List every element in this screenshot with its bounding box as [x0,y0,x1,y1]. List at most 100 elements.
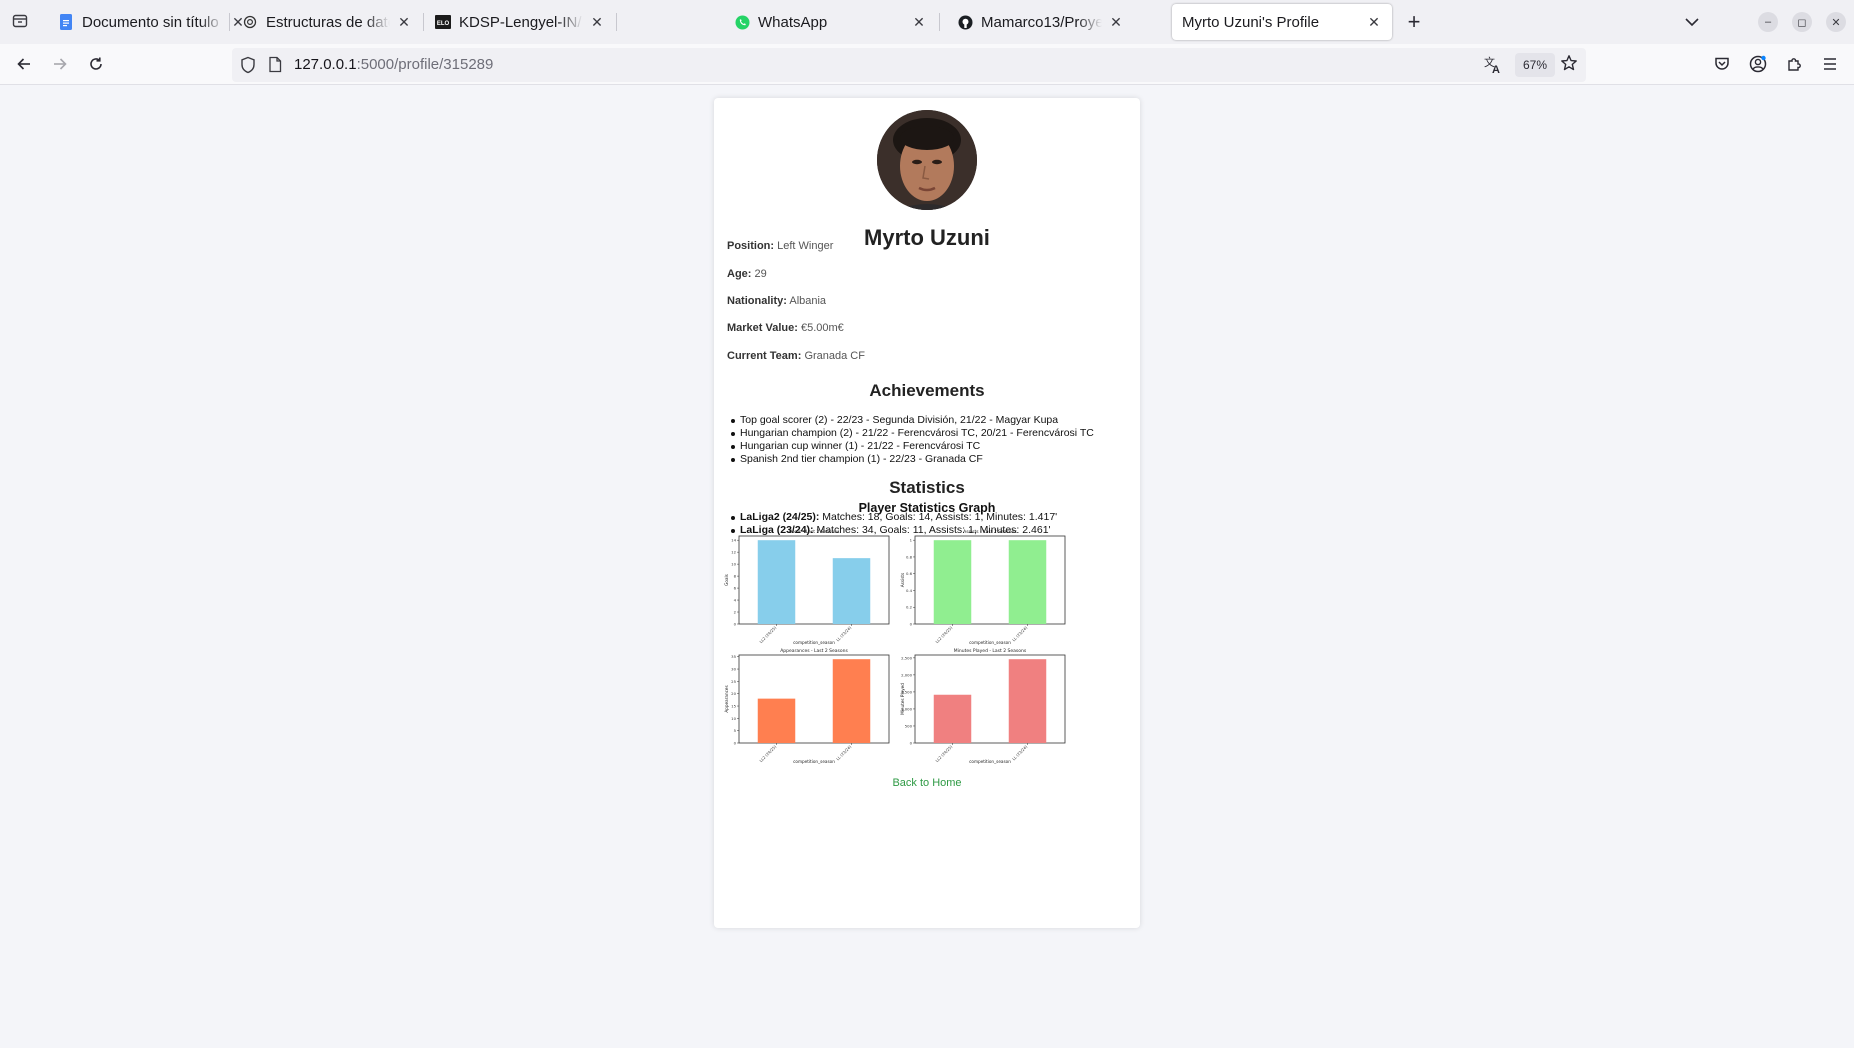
extensions-puzzle-icon[interactable] [1780,50,1808,78]
y-tick-label: 8 [734,574,737,579]
google-docs-icon [58,14,74,30]
statistics-heading: Statistics [889,478,965,497]
translate-icon[interactable]: 文A [1482,54,1504,81]
address-bar[interactable]: 127.0.0.1:5000/profile/315289 文A 67% [232,48,1586,82]
x-axis-label: competition_season [793,759,835,764]
close-tab-icon[interactable]: ✕ [1108,14,1124,30]
minimize-button[interactable]: – [1758,12,1778,32]
tab-separator [939,13,940,31]
svg-text:ELO: ELO [437,21,450,27]
url-text[interactable]: 127.0.0.1:5000/profile/315289 [294,56,493,73]
chart-title: Appearances - Last 2 Seasons [780,648,848,654]
profile-card: Myrto Uzuni Position: Left Winger Age: 2… [714,98,1140,928]
tab-title: WhatsApp [758,13,828,31]
bar [933,540,972,624]
info-label: Age: [727,268,752,280]
whatsapp-icon [734,14,750,30]
back-to-home-link[interactable]: Back to Home [714,777,1140,789]
close-tab-icon[interactable]: ✕ [1366,14,1382,30]
restore-button[interactable]: ◻ [1792,12,1812,32]
close-tab-icon[interactable]: ✕ [911,14,927,30]
info-position: Position: Left Winger [727,240,833,252]
openai-icon [242,14,258,30]
zoom-level-button[interactable]: 67% [1515,53,1556,77]
tab-kdsp[interactable]: ELO KDSP-Lengyel-IN/IT-WiSe ✕ [425,4,615,40]
y-tick-label: 10 [731,562,736,567]
tab-list-icon[interactable] [8,9,32,33]
x-tick-label: LL (23/24) [835,625,853,643]
appearances-chart: Appearances - Last 2 Seasons 0 5 10 15 20 25 30… [724,645,914,787]
tab-title: Estructuras de datos usa [266,13,390,31]
bookmark-star-icon[interactable] [1560,54,1578,77]
list-all-tabs-icon[interactable] [1680,10,1704,34]
y-axis-label: Goals [724,574,729,586]
info-label: Nationality: [727,295,787,307]
tab-google-docs[interactable]: Documento sin título - D ✕ [48,4,256,40]
bar [1008,540,1047,624]
menu-hamburger-icon[interactable] [1816,50,1844,78]
info-market-value: Market Value: €5.00m€ [727,322,844,334]
svg-text:A: A [1492,64,1500,76]
tab-profile-active[interactable]: Myrto Uzuni's Profile ✕ [1172,4,1392,40]
achievement-item: Hungarian champion (2) - 21/22 - Ferencv… [731,427,1094,439]
tab-strip: Documento sin título - D ✕ Estructuras d… [0,0,1854,44]
x-tick-label: LL2 (24/25) [934,625,953,644]
x-tick-label: LL2 (24/25) [758,744,777,763]
tab-chatgpt[interactable]: Estructuras de datos usa ✕ [232,4,422,40]
y-tick-label: 15 [731,703,736,708]
tab-whatsapp[interactable]: WhatsApp ✕ [724,4,937,40]
tracking-protection-shield-icon[interactable] [240,56,256,79]
y-tick-label: 5 [734,728,737,733]
y-tick-label: 0 [910,621,913,626]
y-tick-label: 35 [731,654,736,659]
y-tick-label: 20 [731,691,736,696]
y-tick-label: 2,000 [901,672,912,677]
y-tick-label: 12 [731,550,736,555]
y-tick-label: 0 [734,740,737,745]
bar [832,558,871,624]
new-tab-button[interactable]: + [1402,9,1426,34]
url-path: :5000/profile/315289 [356,56,494,73]
bar [757,540,796,624]
x-tick-label: LL (23/24) [835,744,853,762]
y-tick-label: 0.2 [906,605,913,610]
bar [832,659,871,743]
url-host: 127.0.0.1 [294,56,357,73]
reload-icon[interactable] [82,50,110,78]
y-tick-label: 10 [731,716,736,721]
minutes-chart: Minutes Played - Last 2 Seasons 0 500 1,000… [900,645,1090,787]
info-label: Position: [727,240,775,252]
achievement-item: Spanish 2nd tier champion (1) - 22/23 - … [731,453,1094,466]
info-value: 29 [754,268,767,280]
info-value: Albania [789,295,827,307]
info-value: Granada CF [804,350,865,362]
page-content: Myrto Uzuni Position: Left Winger Age: 2… [0,85,1854,1048]
y-tick-label: 4 [734,597,737,602]
y-axis-label: Appearances [724,685,729,712]
tab-github[interactable]: Mamarco13/Proyecto_KI ✕ [947,4,1134,40]
tab-title: Myrto Uzuni's Profile [1182,13,1320,31]
y-tick-label: 0 [734,621,737,626]
forward-arrow-icon[interactable] [46,50,74,78]
close-tab-icon[interactable]: ✕ [396,14,412,30]
y-tick-label: 6 [734,585,737,590]
player-avatar [877,110,977,210]
y-tick-label: 14 [731,538,736,543]
back-arrow-icon[interactable] [10,50,38,78]
y-tick-label: 2 [734,609,737,614]
y-tick-label: 30 [731,666,736,671]
achievement-item: Top goal scorer (2) - 22/23 - Segunda Di… [731,414,1094,427]
bar [757,698,796,743]
x-tick-label: LL (23/24) [1011,744,1029,762]
account-icon[interactable] [1744,50,1772,78]
close-tab-icon[interactable]: ✕ [589,14,605,30]
page-info-icon[interactable] [268,56,282,78]
y-tick-label: 0.4 [906,588,913,593]
info-label: Market Value: [727,322,798,334]
achievements-heading: Achievements [869,381,985,400]
bar [1008,659,1047,743]
x-tick-label: LL (23/24) [1011,625,1029,643]
pocket-icon[interactable] [1708,50,1736,78]
info-value: €5.00m€ [800,322,844,334]
window-close-button[interactable]: ✕ [1826,12,1846,32]
